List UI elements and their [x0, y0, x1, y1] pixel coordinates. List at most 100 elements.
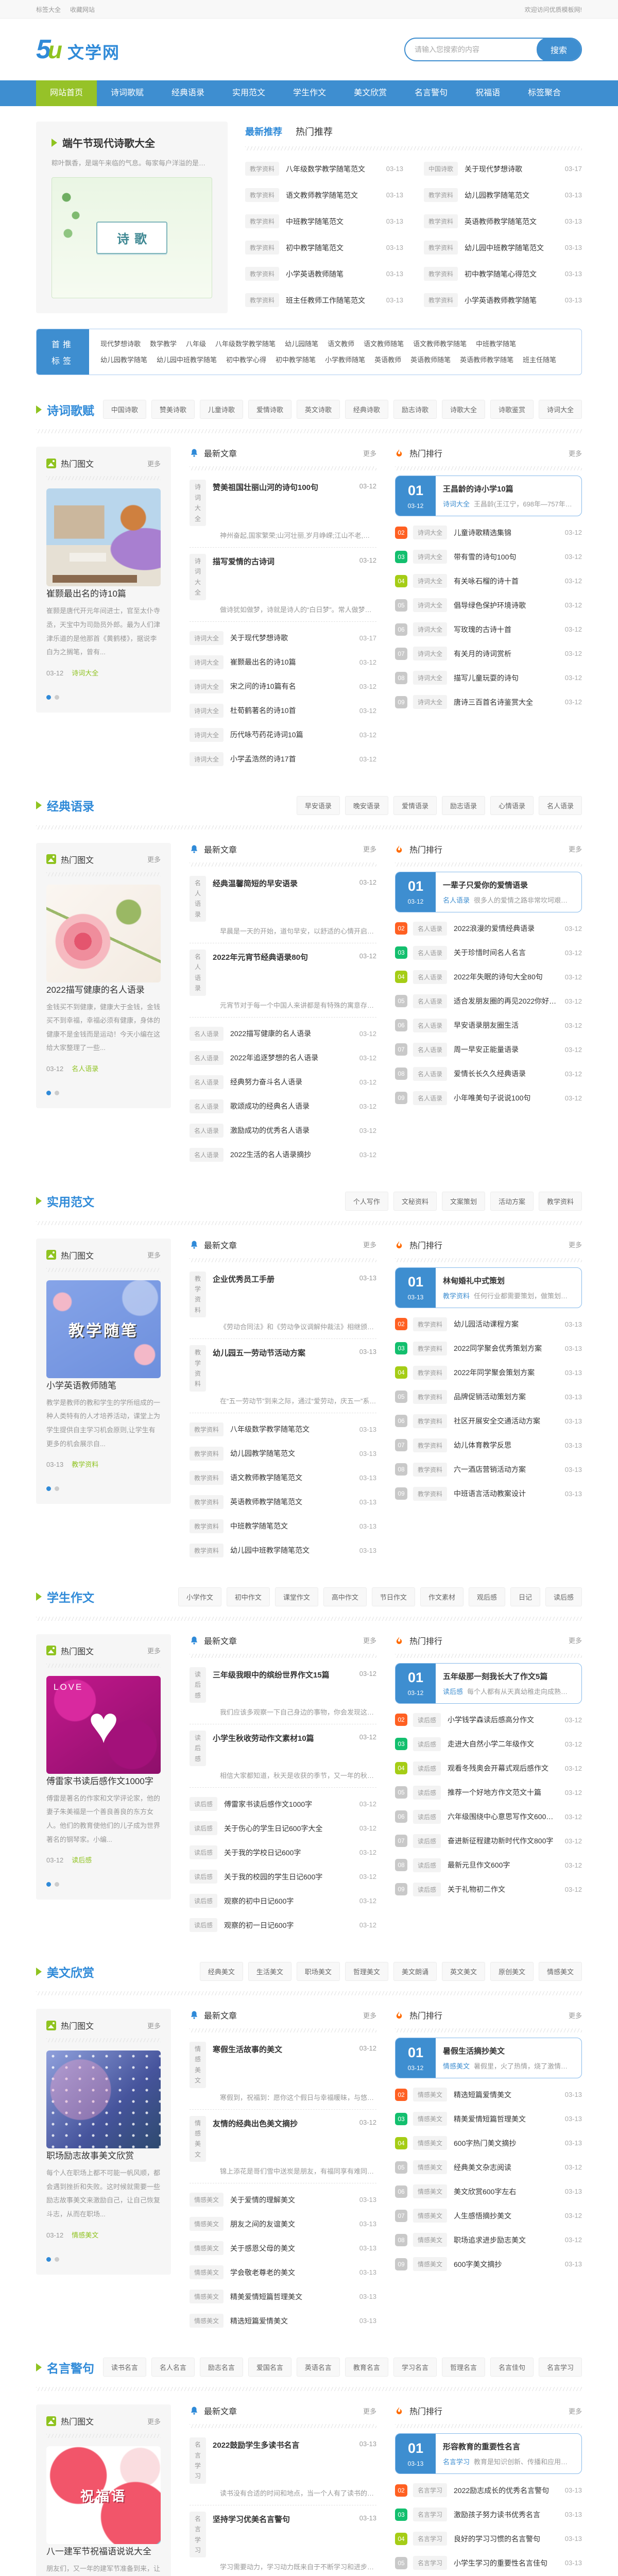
featured-article[interactable]: 名言学习坚持学习优美名言警句03-13学习需要动力，学习动力既来自于不断学习和进… [190, 2505, 376, 2576]
section-tag-button[interactable]: 经典美文 [200, 1962, 243, 1981]
section-tag-button[interactable]: 情感美文 [539, 1962, 582, 1981]
article-link[interactable]: 幼儿园教学随笔范文 [465, 190, 559, 200]
card-tag-link[interactable]: 读后感 [443, 1686, 463, 1696]
list-item[interactable]: 名人语录歌颂成功的经典名人语录03-12 [190, 1094, 376, 1118]
article-link[interactable]: 小学生学习的重要性名言佳句 [454, 2558, 559, 2568]
section-tag-button[interactable]: 爱国名言 [248, 2358, 291, 2377]
top-tag-link[interactable]: 八年级数学教学随笔 [215, 340, 276, 348]
article-link[interactable]: 六年级围绕中心意思写作文600字1... [448, 1811, 559, 1822]
nav-item-4[interactable]: 学生作文 [279, 80, 340, 106]
article-link[interactable]: 2022年同学聚会策划方案 [454, 1367, 559, 1378]
top-tag-link[interactable]: 幼儿园教学随笔 [100, 356, 147, 364]
category-badge[interactable]: 情感美文 [190, 2314, 224, 2328]
section-tag-button[interactable]: 活动方案 [490, 1192, 534, 1211]
section-tag-button[interactable]: 哲理名言 [442, 2358, 485, 2377]
rank-1-card[interactable]: 0103-12王昌龄的诗小学10篇诗词大全王昌龄(王江宁，698年—757年)，… [395, 476, 582, 516]
category-badge[interactable]: 名人语录 [190, 1124, 224, 1138]
article-link[interactable]: 暑假生活摘抄美文 [443, 2047, 505, 2056]
rank-list-item[interactable]: 04名人语录2022年失眠的诗句大全80句03-12 [395, 965, 582, 989]
article-link[interactable]: 精选短篇爱情美文 [454, 2090, 559, 2100]
article-link[interactable]: 爱情长长久久经典语录 [454, 1069, 559, 1079]
article-link[interactable]: 精美爱情短篇哲理美文 [454, 2114, 559, 2124]
rank-list-item[interactable]: 07诗词大全有关月的诗词赏析03-12 [395, 641, 582, 666]
card-tag-link[interactable]: 名人语录 [443, 895, 470, 905]
more-link[interactable]: 更多 [147, 1250, 161, 1260]
article-link[interactable]: 初中教学随笔心得范文 [465, 269, 559, 279]
section-tag-button[interactable]: 节日作文 [372, 1587, 415, 1606]
section-tag-button[interactable]: 早安语录 [297, 796, 340, 815]
article-link[interactable]: 形容教育的重要性名言 [443, 2443, 520, 2451]
rank-1-card[interactable]: 0103-13林甸婚礼中式策划教学资料任何行业都需要策划，做策划需要大量的积..… [395, 1267, 582, 1308]
list-item[interactable]: 名人语录2022描写健康的名人语录03-12 [190, 1022, 376, 1046]
more-link[interactable]: 更多 [569, 844, 582, 854]
rank-list-item[interactable]: 04读后感观看冬残奥会开幕式观后感作文03-12 [395, 1756, 582, 1781]
rank-list-item[interactable]: 06情感美文美文欣赏600字左右03-13 [395, 2179, 582, 2204]
category-badge[interactable]: 教学资料 [424, 293, 458, 307]
category-badge[interactable]: 诗词大全 [413, 647, 447, 660]
nav-item-0[interactable]: 网站首页 [36, 80, 97, 106]
category-badge[interactable]: 情感美文 [190, 2217, 224, 2231]
card-image[interactable] [46, 885, 161, 982]
featured-article[interactable]: 诗词大全描写爱情的古诗词03-12做诗犹如做梦，诗就是诗人的“白日梦”。常人做梦… [190, 548, 376, 622]
category-badge[interactable]: 诗词大全 [413, 574, 447, 588]
card-image[interactable] [46, 2050, 161, 2148]
section-tag-button[interactable]: 哲理美文 [345, 1962, 388, 1981]
section-tag-button[interactable]: 中国诗歌 [103, 400, 146, 419]
article-link[interactable]: 坚持学习优美名言警句 [213, 2512, 353, 2524]
rank-list-item[interactable]: 07教学资料幼儿体育教学反思03-13 [395, 1433, 582, 1458]
article-link[interactable]: 寒假生活故事的美文 [213, 2042, 353, 2055]
section-tag-button[interactable]: 观后感 [469, 1587, 505, 1606]
rank-list-item[interactable]: 02名人语录2022浪漫的爱情经典语录03-12 [395, 917, 582, 941]
list-item[interactable]: 诗词大全小学孟浩然的诗17首03-12 [190, 747, 376, 771]
hero-featured-title[interactable]: 端午节现代诗歌大全 [62, 135, 155, 150]
article-link[interactable]: 关于感恩父母的美文 [230, 2243, 353, 2253]
category-badge[interactable]: 名言学习 [413, 2556, 447, 2570]
category-badge[interactable]: 名人语录 [190, 1075, 224, 1089]
tab-hot-recommend[interactable]: 热门推荐 [296, 125, 333, 138]
more-link[interactable]: 更多 [147, 1646, 161, 1655]
category-badge[interactable]: 教学资料 [245, 241, 279, 255]
more-link[interactable]: 更多 [363, 2406, 376, 2416]
top-tag-link[interactable]: 中班教学随笔 [476, 340, 516, 348]
rank-list-item[interactable]: 06名言学习科学研究精神的名言警句03-13 [395, 2575, 582, 2576]
category-badge[interactable]: 情感美文 [413, 2257, 447, 2271]
dot-active[interactable] [46, 1486, 51, 1491]
top-tag-link[interactable]: 英语教师随笔 [410, 356, 451, 364]
rank-list-item[interactable]: 07读后感奋进新征程建功新时代作文800字03-12 [395, 1829, 582, 1853]
card-article-title[interactable]: 小学英语教师随笔 [46, 1381, 116, 1391]
category-badge[interactable]: 名言学习 [190, 2512, 206, 2558]
more-link[interactable]: 更多 [569, 1635, 582, 1645]
hero-list-item[interactable]: 教学资料语文教师教学随笔范文03-13 [245, 182, 403, 208]
article-link[interactable]: 2022描写健康的名人语录 [230, 1028, 353, 1039]
category-badge[interactable]: 情感美文 [190, 2241, 224, 2255]
category-badge[interactable]: 教学资料 [413, 1463, 447, 1477]
category-badge[interactable]: 情感美文 [413, 2136, 447, 2150]
category-badge[interactable]: 教学资料 [424, 188, 458, 202]
card-tag-link[interactable]: 名人语录 [72, 1065, 98, 1073]
list-item[interactable]: 诗词大全杜荀鹤著名的诗10首03-12 [190, 699, 376, 723]
article-link[interactable]: 英语教师教学随笔范文 [230, 1497, 353, 1507]
article-link[interactable]: 崔颢最出名的诗10篇 [230, 657, 353, 667]
rank-list-item[interactable]: 06读后感六年级围绕中心意思写作文600字1...03-12 [395, 1805, 582, 1829]
rank-list-item[interactable]: 08情感美文职场追求进步励志美文03-12 [395, 2228, 582, 2252]
list-item[interactable]: 诗词大全宋之问的诗10篇有名03-12 [190, 674, 376, 699]
category-badge[interactable]: 情感美文 [413, 2112, 447, 2126]
article-link[interactable]: 语文教师教学随笔范文 [286, 190, 380, 200]
category-badge[interactable]: 读后感 [413, 1761, 441, 1775]
category-badge[interactable]: 教学资料 [413, 1414, 447, 1428]
category-badge[interactable]: 教学资料 [245, 293, 279, 307]
rank-list-item[interactable]: 02读后感小学钱学森读后感高分作文03-12 [395, 1708, 582, 1732]
rank-list-item[interactable]: 09教学资料中班语言活动教案设计03-13 [395, 1482, 582, 1506]
article-link[interactable]: 六一酒店营销活动方案 [454, 1464, 559, 1475]
article-link[interactable]: 2022生活的名人语录摘抄 [230, 1149, 353, 1160]
more-link[interactable]: 更多 [363, 2010, 376, 2020]
featured-article[interactable]: 情感美文寒假生活故事的美文03-12寒假到，祝福到：愿你这个假日与幸福暖昧，与悠… [190, 2036, 376, 2110]
section-tag-button[interactable]: 诗词大全 [539, 400, 582, 419]
list-item[interactable]: 读后感傅雷家书读后感作文1000字03-12 [190, 1792, 376, 1816]
carousel-dots[interactable] [46, 2255, 161, 2264]
list-item[interactable]: 情感美文朋友之间的友谊美文03-13 [190, 2212, 376, 2236]
category-badge[interactable]: 读后感 [413, 1834, 441, 1848]
category-badge[interactable]: 读后感 [190, 1894, 217, 1908]
card-tag-link[interactable]: 读后感 [72, 1856, 92, 1864]
article-link[interactable]: 关于我的校园的学生日记600字 [224, 1872, 353, 1882]
